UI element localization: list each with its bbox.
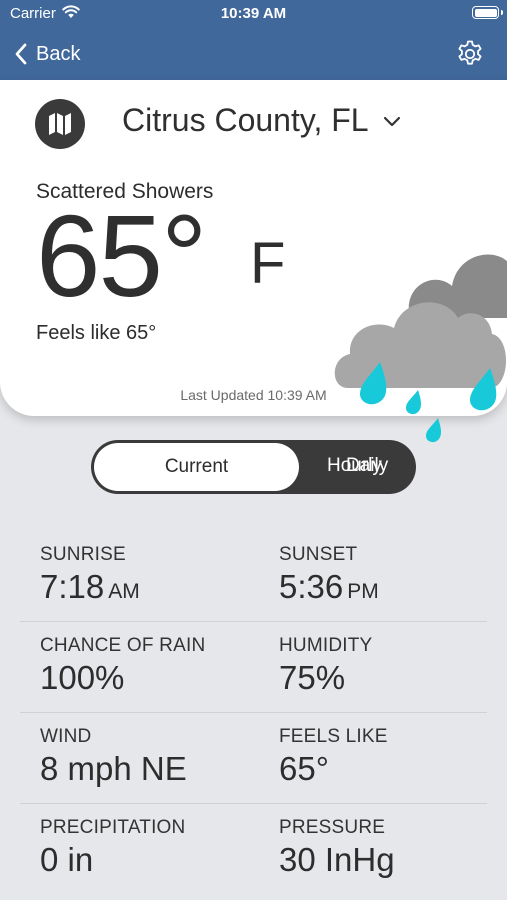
pressure-value: 30 InHg: [279, 841, 395, 878]
feels-like-label: FEELS LIKE: [279, 726, 388, 747]
map-button[interactable]: [35, 99, 85, 149]
cloud-rain-icon: [334, 254, 507, 443]
wind-value: 8 mph NE: [40, 750, 187, 787]
location-name: Citrus County, FL: [122, 102, 369, 138]
last-updated-text: Last Updated 10:39 AM: [180, 387, 327, 403]
settings-button[interactable]: [455, 39, 485, 69]
chevron-down-icon: [383, 116, 400, 127]
precipitation-cell: PRECIPITATION 0 in: [40, 817, 185, 879]
tab-current[interactable]: Current: [94, 443, 299, 491]
sunset-value: 5:36 PM: [279, 568, 379, 606]
feels-like-cell: FEELS LIKE 65°: [279, 726, 388, 788]
status-time: 10:39 AM: [220, 5, 287, 22]
view-segmented-control: Current Hourly Daily: [91, 440, 416, 494]
humidity-value: 75%: [279, 659, 346, 696]
chance-of-rain-label: CHANCE OF RAIN: [40, 635, 206, 656]
sunset-time: 5:36: [279, 568, 344, 605]
tab-daily-hitarea[interactable]: Daily: [326, 440, 416, 494]
detail-row: CHANCE OF RAIN 100% HUMIDITY 75%: [0, 619, 507, 710]
tab-daily: Daily: [346, 455, 389, 476]
sunset-cell: SUNSET 5:36 PM: [279, 544, 379, 606]
gear-icon: [458, 40, 482, 65]
detail-row: SUNRISE 7:18 AM SUNSET 5:36 PM: [0, 528, 507, 619]
precipitation-value: 0 in: [40, 841, 94, 878]
navigation-bar: Back: [0, 28, 507, 80]
battery-icon: [472, 6, 503, 19]
sunrise-cell: SUNRISE 7:18 AM: [40, 544, 140, 606]
precipitation-label: PRECIPITATION: [40, 817, 186, 838]
current-weather-card: Citrus County, FL Scattered Showers 65° …: [0, 80, 507, 443]
chance-of-rain-value: 100%: [40, 659, 125, 696]
sunrise-time: 7:18: [40, 568, 105, 605]
sunrise-suffix: AM: [108, 580, 140, 603]
feels-like-text: Feels like 65°: [36, 322, 157, 344]
sunset-label: SUNSET: [279, 544, 358, 565]
humidity-label: HUMIDITY: [279, 635, 373, 656]
temperature-unit: F: [250, 231, 286, 296]
pressure-label: PRESSURE: [279, 817, 386, 838]
back-button[interactable]: Back: [14, 39, 80, 69]
location-selector[interactable]: Citrus County, FL: [122, 102, 401, 139]
map-icon: [49, 113, 71, 135]
wind-cell: WIND 8 mph NE: [40, 726, 187, 788]
sunrise-value: 7:18 AM: [40, 568, 140, 606]
chevron-left-icon: [15, 43, 27, 65]
chance-of-rain-cell: CHANCE OF RAIN 100%: [40, 635, 205, 697]
feels-like-value: 65°: [279, 750, 329, 787]
sunset-suffix: PM: [347, 580, 379, 603]
back-label: Back: [36, 42, 81, 65]
status-bar: Carrier 10:39 AM: [0, 0, 507, 28]
detail-row: PRECIPITATION 0 in PRESSURE 30 InHg: [0, 801, 507, 892]
detail-row: WIND 8 mph NE FEELS LIKE 65°: [0, 710, 507, 801]
current-temperature: 65°: [36, 191, 207, 321]
humidity-cell: HUMIDITY 75%: [279, 635, 372, 697]
wind-label: WIND: [40, 726, 92, 747]
pressure-cell: PRESSURE 30 InHg: [279, 817, 395, 879]
sunrise-label: SUNRISE: [40, 544, 126, 565]
